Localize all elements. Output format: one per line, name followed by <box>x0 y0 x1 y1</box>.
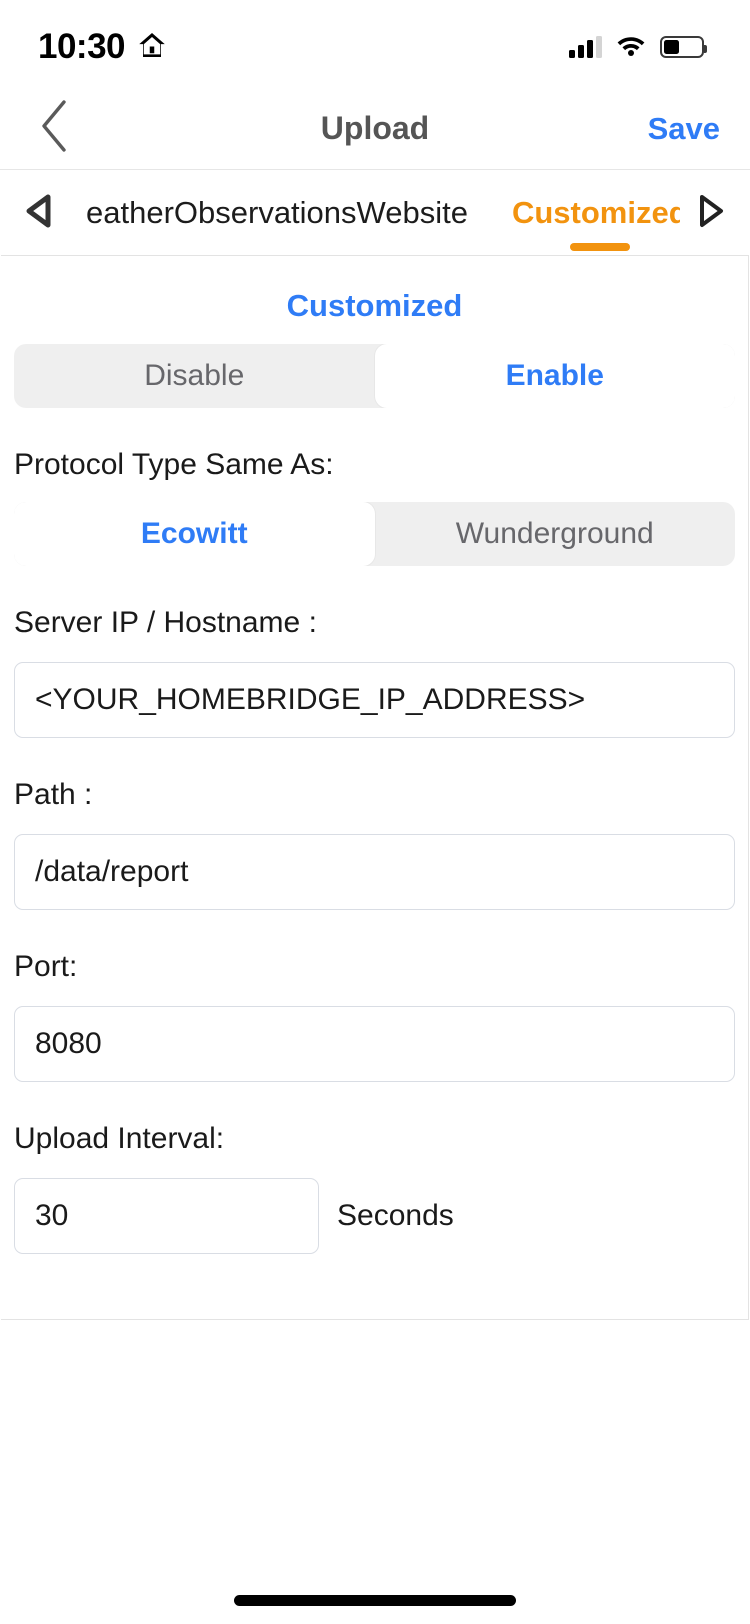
segment-enable[interactable]: Enable <box>374 344 735 408</box>
save-button[interactable]: Save <box>648 111 720 147</box>
port-label: Port: <box>14 950 78 983</box>
cellular-signal-icon <box>569 36 602 58</box>
tab-weather-observations-website[interactable]: eatherObservationsWebsite <box>70 171 490 255</box>
upload-interval-input[interactable]: 30 <box>14 1178 319 1254</box>
path-label: Path : <box>14 778 93 811</box>
tab-label: eatherObservationsWebsite <box>86 195 468 230</box>
upload-interval-label: Upload Interval: <box>14 1122 225 1155</box>
tab-strip: eatherObservationsWebsite Customized <box>0 171 750 255</box>
home-icon <box>137 30 167 65</box>
tab-list: eatherObservationsWebsite Customized <box>70 171 680 255</box>
status-bar-clock: 10:30 <box>38 27 126 66</box>
app-screen: 10:30 Upload Save eatherObservationsWebs… <box>0 0 750 1624</box>
status-bar: 10:30 <box>0 0 750 88</box>
customized-settings-card: Customized Disable Enable Protocol Type … <box>1 255 749 1320</box>
segment-disable[interactable]: Disable <box>14 344 375 408</box>
protocol-type-label: Protocol Type Same As: <box>14 448 334 481</box>
tab-customized[interactable]: Customized <box>490 171 680 255</box>
server-input[interactable]: <YOUR_HOMEBRIDGE_IP_ADDRESS> <box>14 662 735 738</box>
segment-wunderground[interactable]: Wunderground <box>375 502 736 566</box>
enable-state-segmented-control: Disable Enable <box>14 344 735 408</box>
triangle-right-icon <box>694 193 728 234</box>
server-field: Server IP / Hostname : <YOUR_HOMEBRIDGE_… <box>1 606 748 738</box>
status-bar-right <box>569 33 707 62</box>
wifi-icon <box>615 33 647 62</box>
segment-ecowitt[interactable]: Ecowitt <box>14 502 375 566</box>
triangle-left-icon <box>22 193 56 234</box>
upload-interval-field: Upload Interval: 30 Seconds <box>1 1122 748 1254</box>
port-input[interactable]: 8080 <box>14 1006 735 1082</box>
page-title: Upload <box>320 110 430 146</box>
home-indicator[interactable] <box>234 1595 516 1606</box>
protocol-type-segmented-control: Ecowitt Wunderground <box>14 502 735 566</box>
battery-icon <box>660 36 707 58</box>
navigation-bar: Upload Save <box>0 88 750 170</box>
tab-prev-button[interactable] <box>8 193 70 234</box>
tab-label: Customized <box>511 195 680 230</box>
upload-interval-unit: Seconds <box>337 1199 454 1232</box>
path-field: Path : /data/report <box>1 778 748 910</box>
tab-next-button[interactable] <box>680 193 742 234</box>
protocol-type-field: Protocol Type Same As: <box>1 448 748 482</box>
section-title: Customized <box>286 288 463 323</box>
server-label: Server IP / Hostname : <box>14 606 317 639</box>
port-field: Port: 8080 <box>1 950 748 1082</box>
upload-interval-row: 30 Seconds <box>14 1178 735 1254</box>
status-bar-left: 10:30 <box>38 27 167 67</box>
path-input[interactable]: /data/report <box>14 834 735 910</box>
